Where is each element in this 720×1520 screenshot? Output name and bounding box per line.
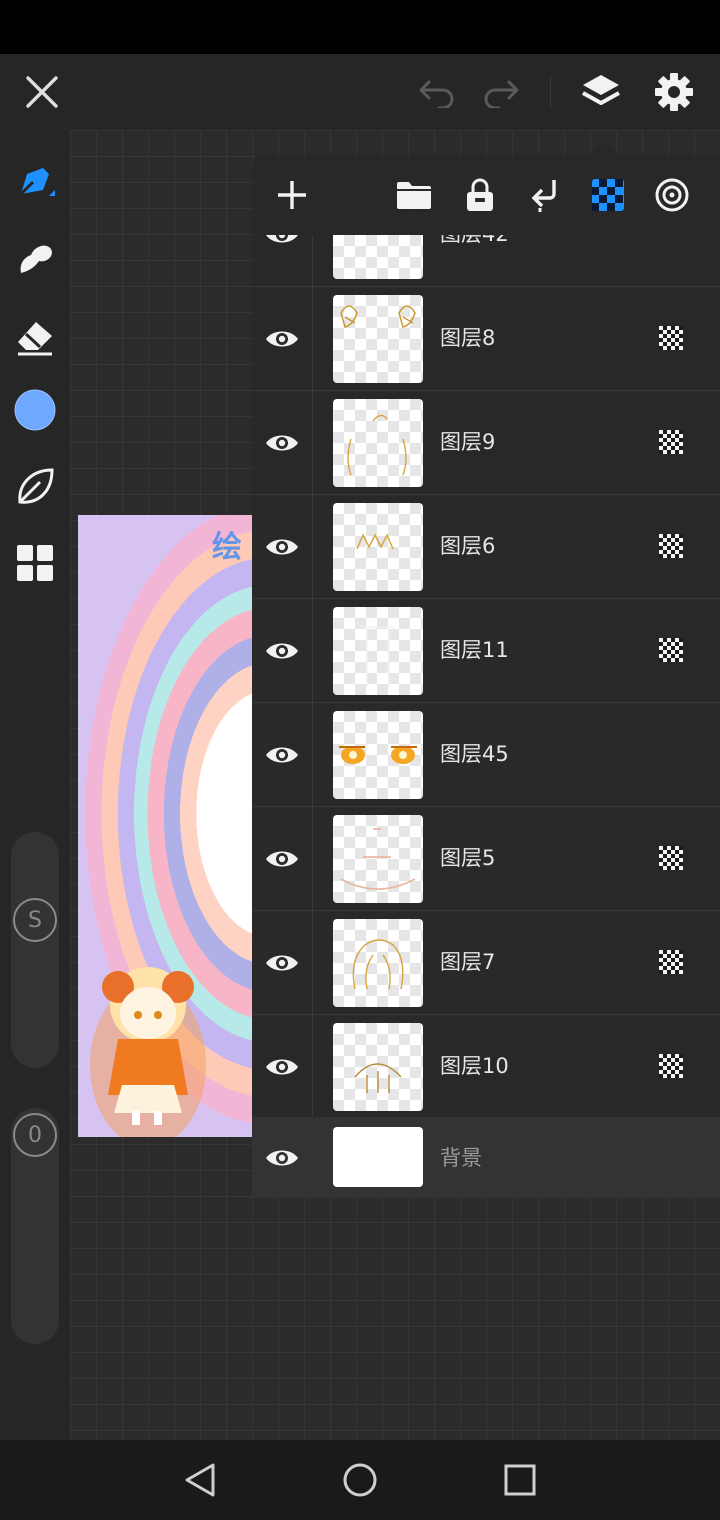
- opacity-slider-knob[interactable]: 0: [13, 1113, 57, 1157]
- layer-name: 图层9: [440, 430, 496, 454]
- checkerboard-icon[interactable]: [659, 430, 683, 454]
- gear-icon[interactable]: [644, 54, 704, 130]
- checkerboard-icon[interactable]: [659, 1054, 683, 1078]
- layer-name: 图层42: [440, 235, 509, 286]
- eraser-icon[interactable]: [0, 306, 70, 366]
- eye-icon[interactable]: [252, 1015, 313, 1118]
- eye-icon[interactable]: [252, 287, 313, 390]
- redo-icon[interactable]: [471, 54, 531, 130]
- layer-thumbnail: [333, 919, 423, 1007]
- eye-icon[interactable]: [252, 235, 313, 286]
- layer-row[interactable]: 图层10: [252, 1015, 720, 1119]
- layer-name: 图层7: [440, 950, 496, 974]
- brush-size-slider[interactable]: S: [11, 832, 59, 1068]
- transparency-lock-icon[interactable]: [578, 165, 638, 225]
- merge-down-icon[interactable]: [514, 165, 574, 225]
- checkerboard-icon[interactable]: [659, 326, 683, 350]
- layer-name: 图层6: [440, 534, 496, 558]
- layer-row[interactable]: 图层11: [252, 599, 720, 703]
- layer-row[interactable]: 图层6: [252, 495, 720, 599]
- folder-icon[interactable]: [384, 165, 444, 225]
- layer-thumbnail: [333, 815, 423, 903]
- checkerboard-icon[interactable]: [659, 638, 683, 662]
- layer-name: 图层8: [440, 326, 496, 350]
- layer-thumbnail: [333, 295, 423, 383]
- layers-panel-header: [252, 155, 720, 235]
- layer-thumbnail: [333, 1127, 423, 1187]
- layer-name: 图层10: [440, 1054, 509, 1078]
- layers-icon[interactable]: [571, 54, 631, 130]
- layer-thumbnail: [333, 399, 423, 487]
- layer-name: 图层45: [440, 742, 509, 766]
- layer-row[interactable]: 图层45: [252, 703, 720, 807]
- color-swatch[interactable]: [0, 380, 70, 440]
- system-nav-bar: [0, 1440, 720, 1520]
- background-layer[interactable]: 背景: [252, 1117, 720, 1198]
- undo-icon[interactable]: [407, 54, 467, 130]
- pen-icon[interactable]: [0, 152, 70, 212]
- checkerboard-icon[interactable]: [659, 846, 683, 870]
- smudge-icon[interactable]: [0, 229, 70, 289]
- eye-icon[interactable]: [252, 495, 313, 598]
- tool-sidebar: S 0: [0, 130, 70, 1440]
- panel-pointer: [590, 141, 618, 155]
- layer-row[interactable]: 图层5: [252, 807, 720, 911]
- lock-icon[interactable]: [450, 165, 510, 225]
- layer-name: 图层5: [440, 846, 496, 870]
- layer-row[interactable]: 图层9: [252, 391, 720, 495]
- layer-name: 图层11: [440, 638, 509, 662]
- layer-thumbnail: [333, 1023, 423, 1111]
- recents-icon[interactable]: [480, 1450, 560, 1510]
- grid-icon[interactable]: [0, 533, 70, 593]
- svg-text:绘: 绘: [212, 530, 242, 565]
- layer-row[interactable]: 图层7: [252, 911, 720, 1015]
- eye-icon[interactable]: [252, 599, 313, 702]
- toolbar-divider: [550, 76, 551, 108]
- checkerboard-icon[interactable]: [659, 950, 683, 974]
- eye-icon[interactable]: [252, 807, 313, 910]
- checkerboard-icon[interactable]: [659, 534, 683, 558]
- size-slider-knob[interactable]: S: [13, 898, 57, 942]
- layer-row[interactable]: 图层8: [252, 287, 720, 391]
- add-icon[interactable]: [262, 165, 322, 225]
- layer-row[interactable]: 图层42: [252, 235, 720, 287]
- layer-thumbnail: [333, 235, 423, 279]
- layer-list[interactable]: 图层42 图层8 图层9 图层6 图层11 图层45 图层5 图层7 图层10 背景: [252, 235, 720, 1198]
- status-bar: [0, 0, 720, 54]
- eye-icon[interactable]: [252, 911, 313, 1014]
- back-icon[interactable]: [160, 1450, 240, 1510]
- brush-opacity-slider[interactable]: 0: [11, 1108, 59, 1344]
- artwork-preview[interactable]: 绘: [78, 515, 252, 1137]
- eye-icon[interactable]: [252, 1117, 312, 1198]
- layer-name: 背景: [440, 1146, 482, 1170]
- eye-icon[interactable]: [252, 391, 313, 494]
- layers-panel: 图层42 图层8 图层9 图层6 图层11 图层45 图层5 图层7 图层10 背景: [252, 155, 720, 1198]
- leaf-icon[interactable]: [0, 457, 70, 517]
- top-bar: [0, 54, 720, 130]
- layer-thumbnail: [333, 607, 423, 695]
- target-icon[interactable]: [642, 165, 702, 225]
- eye-icon[interactable]: [252, 703, 313, 806]
- home-icon[interactable]: [320, 1450, 400, 1510]
- layer-thumbnail: [333, 711, 423, 799]
- close-icon[interactable]: [12, 54, 72, 130]
- layer-thumbnail: [333, 503, 423, 591]
